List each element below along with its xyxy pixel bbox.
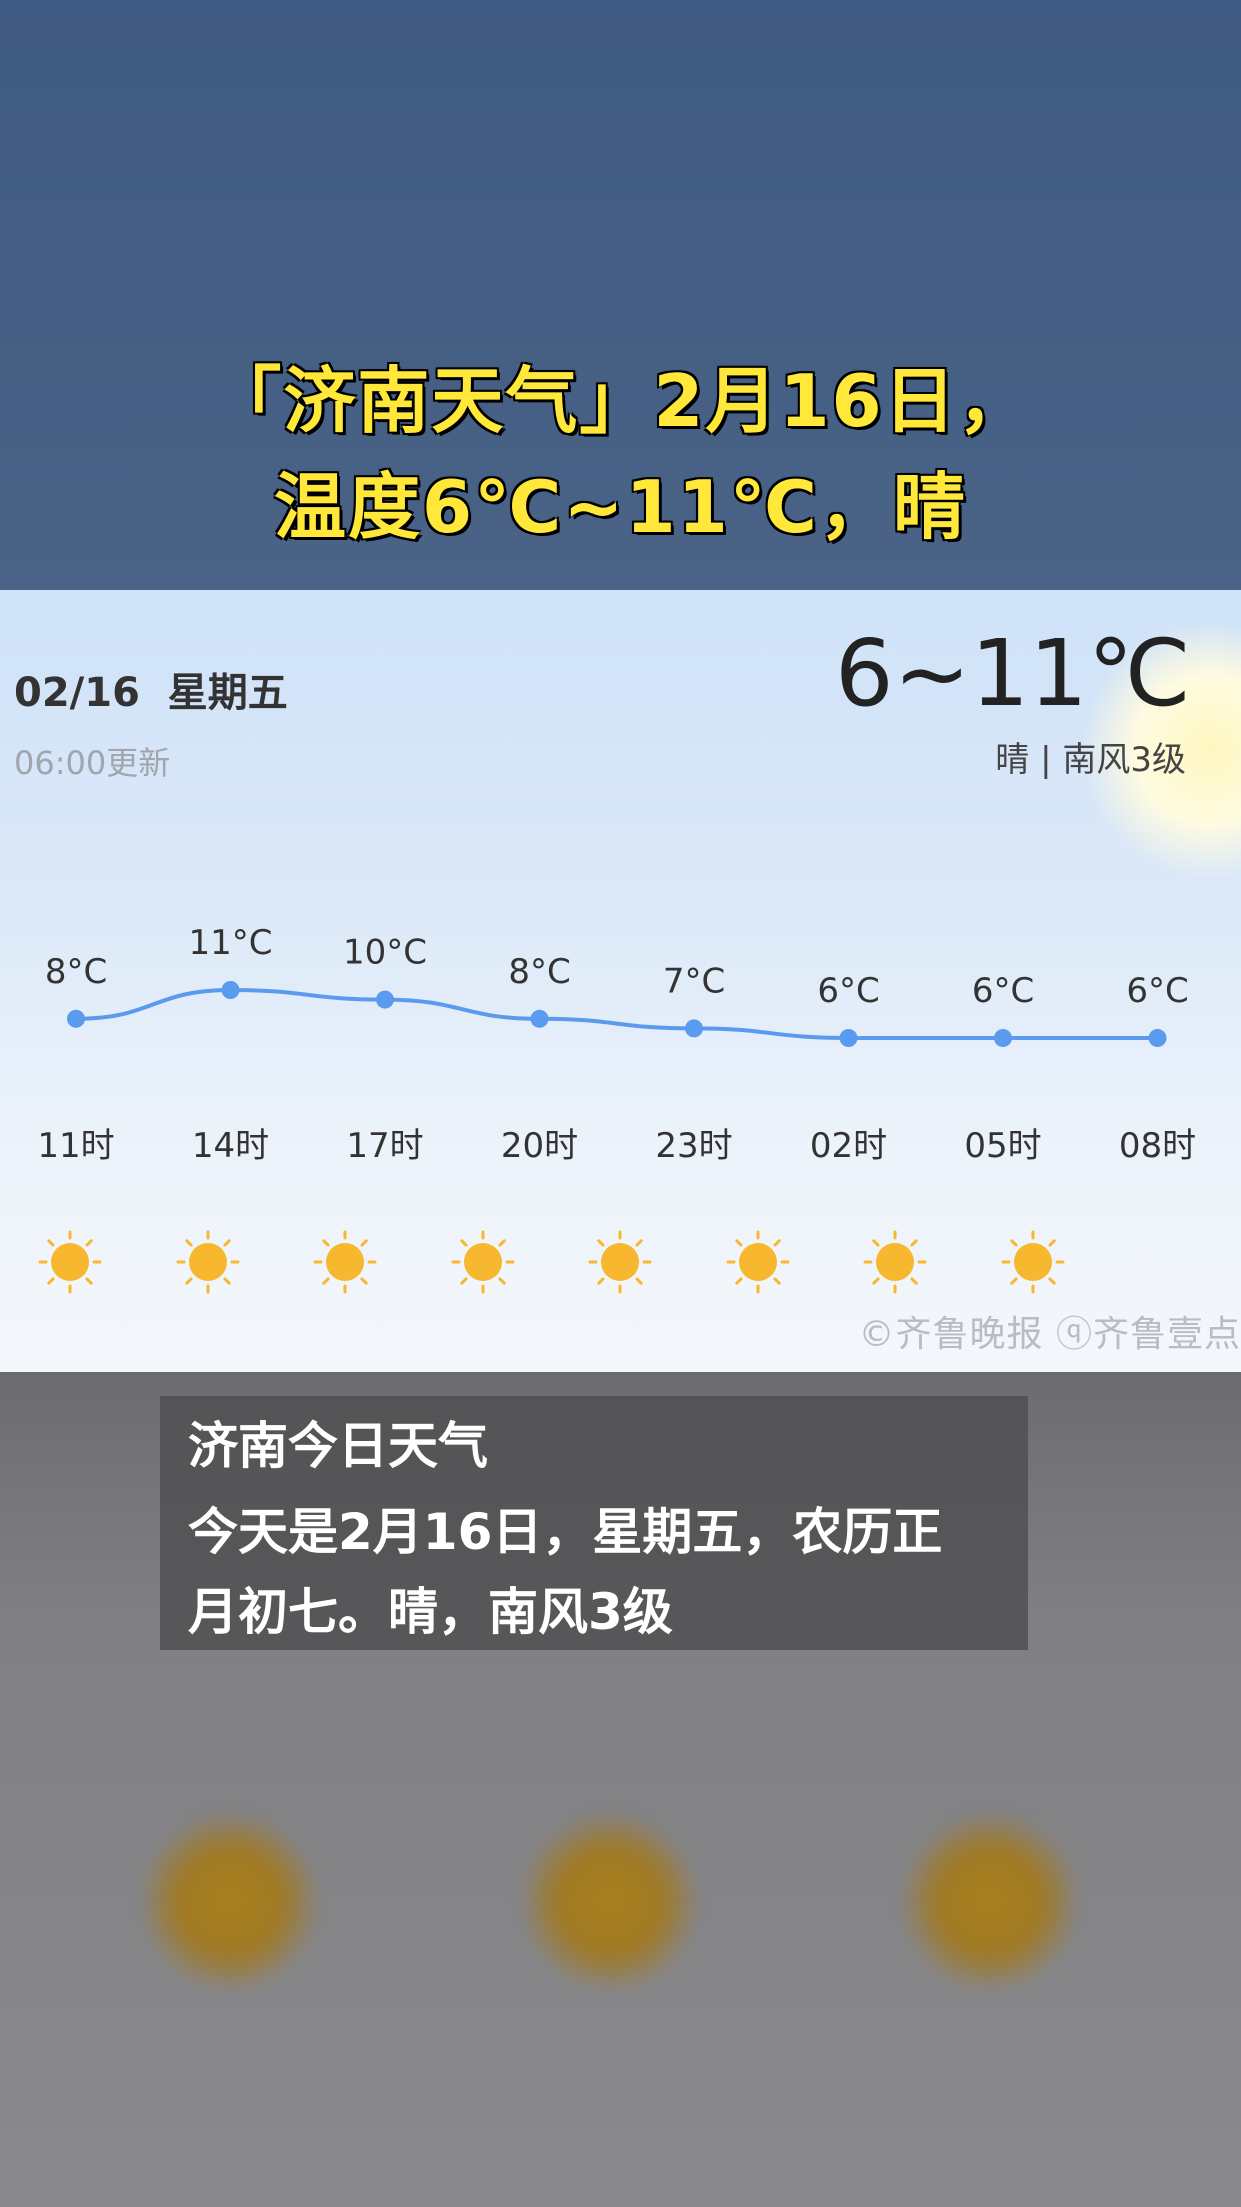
temperature-label: 8°C	[45, 952, 107, 992]
subtitle-line-1: 济南今日天气	[188, 1417, 488, 1475]
temperature-label: 6°C	[972, 971, 1034, 1011]
hour-label: 11时	[37, 1126, 115, 1166]
hour-label: 05时	[964, 1126, 1042, 1166]
temperature-point	[1148, 1029, 1167, 1047]
temperature-label: 7°C	[663, 961, 725, 1001]
temperature-range: 6~11℃	[834, 620, 1191, 727]
temperature-label: 11°C	[188, 923, 272, 963]
blurred-sun-decoration	[140, 1812, 320, 1992]
hour-label: 20时	[500, 1126, 579, 1166]
temperature-chart: 8°C 11°C 10°C 8°C 7°C 6°C 6°C 6°C	[45, 923, 1189, 1047]
hour-label: 17时	[346, 1126, 424, 1166]
condition-wind-label: 晴 | 南风3级	[995, 740, 1186, 780]
subtitle-box: 济南今日天气 今天是2月16日，星期五，农历正 月初七。晴，南风3级	[160, 1396, 1028, 1650]
temperature-label: 10°C	[343, 933, 427, 973]
watermark: ©齐鲁晚报 ⓠ齐鲁壹点	[858, 1314, 1241, 1355]
hour-label: 14时	[191, 1126, 270, 1166]
sun-icon	[726, 1230, 790, 1294]
temperature-point	[530, 1009, 549, 1028]
sun-icon	[313, 1230, 377, 1294]
temperature-point	[221, 981, 240, 999]
temperature-label: 6°C	[817, 971, 879, 1011]
update-time-label: 06:00更新	[14, 744, 171, 782]
temperature-point	[994, 1029, 1012, 1047]
sun-icon	[176, 1230, 240, 1294]
subtitle-line-2: 今天是2月16日，星期五，农历正	[188, 1503, 943, 1561]
temperature-point	[67, 1009, 85, 1028]
subtitle-line-3: 月初七。晴，南风3级	[188, 1583, 673, 1641]
weather-card: 02/16 星期五 06:00更新 6~11℃ 晴 | 南风3级 8°C 11°C…	[0, 590, 1241, 1372]
sun-icon	[863, 1230, 927, 1294]
hour-label: 23时	[655, 1126, 733, 1166]
sun-icon	[451, 1230, 515, 1294]
sun-icon	[38, 1230, 102, 1294]
hour-label: 02时	[809, 1126, 888, 1166]
blurred-sun-decoration	[520, 1812, 700, 1992]
temperature-point	[685, 1019, 703, 1038]
top-banner: 「济南天气」2月16日， 温度6℃~11℃，晴	[0, 0, 1241, 590]
temperature-point	[376, 990, 394, 1009]
blurred-sun-decoration	[900, 1812, 1080, 1992]
temperature-label: 8°C	[508, 952, 570, 992]
sun-icon	[588, 1230, 652, 1294]
date-label: 02/16 星期五	[14, 670, 288, 716]
temperature-point	[839, 1029, 858, 1047]
headline-line-1: 「济南天气」2月16日，	[209, 359, 1032, 443]
hour-label: 08时	[1118, 1126, 1197, 1166]
headline-line-2: 温度6℃~11℃，晴	[274, 465, 967, 549]
sun-icon	[1001, 1230, 1065, 1294]
temperature-label: 6°C	[1126, 971, 1188, 1011]
